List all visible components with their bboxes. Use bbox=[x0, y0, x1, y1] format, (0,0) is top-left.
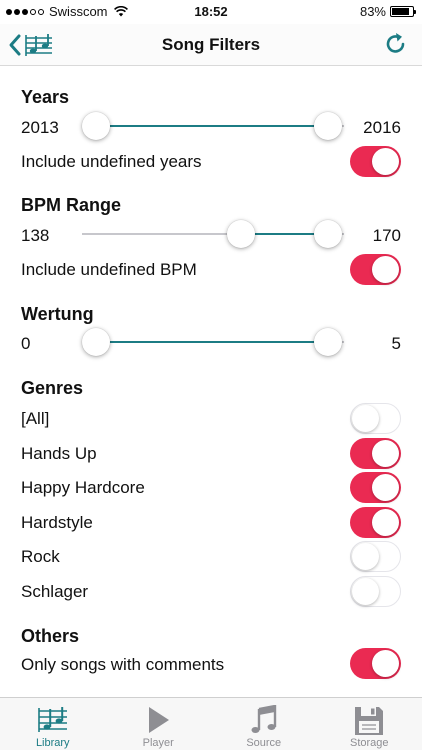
toggle-knob bbox=[372, 439, 399, 467]
bpm-section-title: BPM Range bbox=[21, 195, 122, 215]
genre-label: Happy Hardcore bbox=[21, 478, 145, 498]
include-undefined-years-label: Include undefined years bbox=[21, 152, 202, 171]
filter-list: Years 2013 2016 Include undefined years … bbox=[0, 67, 422, 696]
years-max-value: 2016 bbox=[363, 118, 401, 137]
tab-label: Library bbox=[35, 737, 70, 749]
genre-toggle[interactable] bbox=[350, 472, 401, 504]
rating-section-title: Wertung bbox=[21, 304, 94, 324]
years-min-handle[interactable] bbox=[82, 112, 110, 140]
genre-label: [All] bbox=[21, 409, 50, 428]
music-note-icon bbox=[251, 705, 276, 733]
genre-label: Hands Up bbox=[21, 443, 97, 463]
tab-label: Source bbox=[246, 737, 282, 749]
rating-slider-range bbox=[96, 341, 328, 343]
include-undefined-bpm-toggle[interactable] bbox=[350, 254, 401, 285]
rating-max-handle[interactable] bbox=[314, 328, 342, 356]
years-section-title: Years bbox=[21, 87, 70, 107]
bpm-min-value: 138 bbox=[21, 226, 50, 245]
genre-toggle[interactable] bbox=[350, 576, 401, 607]
toggle-knob bbox=[372, 508, 399, 536]
genre-toggle[interactable] bbox=[350, 541, 401, 573]
tab-bar: Library Player Source Storage bbox=[0, 697, 422, 750]
include-undefined-bpm-label: Include undefined BPM bbox=[21, 260, 197, 279]
years-slider-range bbox=[96, 125, 328, 127]
tab-storage[interactable]: Storage bbox=[317, 698, 422, 750]
battery-percent: 83% bbox=[359, 4, 386, 19]
tab-source[interactable]: Source bbox=[211, 698, 317, 750]
toggle-knob bbox=[352, 577, 379, 605]
status-right: 83% bbox=[359, 4, 416, 19]
tab-label: Player bbox=[142, 737, 174, 749]
navigation-bar: Song Filters bbox=[0, 24, 422, 66]
refresh-icon[interactable] bbox=[382, 30, 410, 58]
music-sheet-icon bbox=[37, 707, 67, 732]
toggle-knob bbox=[372, 474, 399, 502]
toggle-knob bbox=[352, 542, 379, 570]
toggle-knob bbox=[372, 650, 399, 677]
years-min-value: 2013 bbox=[21, 118, 59, 137]
tab-library[interactable]: Library bbox=[0, 698, 106, 750]
battery-icon bbox=[390, 6, 416, 17]
rating-min-handle[interactable] bbox=[82, 328, 110, 356]
genre-label: Hardstyle bbox=[21, 512, 93, 532]
floppy-disk-icon bbox=[355, 707, 384, 735]
bpm-max-handle[interactable] bbox=[314, 220, 342, 248]
tab-player[interactable]: Player bbox=[106, 698, 212, 750]
only-comments-toggle[interactable] bbox=[350, 648, 401, 679]
genres-section-title: Genres bbox=[21, 378, 84, 398]
genre-toggle[interactable] bbox=[350, 437, 401, 469]
bpm-min-handle[interactable] bbox=[227, 220, 255, 248]
toggle-knob bbox=[352, 404, 379, 432]
play-icon bbox=[149, 707, 170, 733]
others-section-title: Others bbox=[21, 626, 80, 646]
years-max-handle[interactable] bbox=[314, 112, 342, 140]
genre-label: Rock bbox=[21, 547, 60, 567]
bpm-max-value: 170 bbox=[372, 226, 401, 245]
only-comments-label: Only songs with comments bbox=[21, 655, 225, 674]
toggle-knob bbox=[372, 256, 399, 283]
page-title: Song Filters bbox=[161, 35, 261, 54]
status-bar: Swisscom 18:52 83% bbox=[0, 0, 422, 24]
include-undefined-years-toggle[interactable] bbox=[350, 146, 401, 177]
battery-level bbox=[392, 8, 409, 15]
rating-max-value: 5 bbox=[391, 334, 401, 353]
status-time: 18:52 bbox=[194, 4, 228, 19]
genre-label: Schlager bbox=[21, 582, 89, 601]
genre-toggle[interactable] bbox=[350, 506, 401, 538]
genre-toggle[interactable] bbox=[350, 403, 401, 434]
tab-label: Storage bbox=[349, 737, 389, 749]
rating-min-value: 0 bbox=[21, 334, 31, 353]
toggle-knob bbox=[372, 148, 399, 175]
